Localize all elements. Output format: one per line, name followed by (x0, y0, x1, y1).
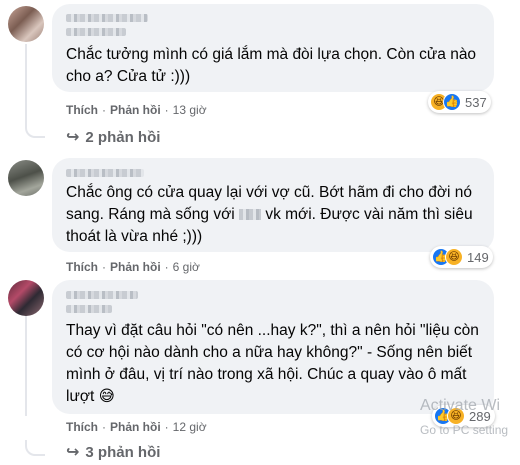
comment-text: Chắc ông có cửa quay lại với vợ cũ. Bớt … (66, 182, 482, 248)
activation-watermark-title: Activate Wi (420, 397, 501, 414)
comment-time[interactable]: 12 giờ (173, 420, 207, 434)
thread-elbow (25, 122, 45, 138)
thread-elbow (25, 440, 45, 456)
comment-time[interactable]: 6 giờ (173, 260, 200, 274)
comment-time[interactable]: 13 giờ (173, 103, 207, 117)
reply-link[interactable]: Phản hồi (110, 420, 161, 434)
like-icon: 👍 (443, 93, 461, 111)
view-replies-link[interactable]: ↪ 2 phản hồi (66, 128, 160, 148)
reaction-summary[interactable]: 😆 👍 537 (428, 91, 491, 113)
comment-actions: Thích · Phản hồi · 6 giờ (66, 260, 200, 274)
activation-watermark-subtitle: Go to PC setting (420, 423, 509, 437)
reply-link[interactable]: Phản hồi (110, 103, 161, 117)
thread-line (25, 44, 27, 128)
commenter-name-redacted (66, 28, 126, 36)
view-replies-link[interactable]: ↪ 3 phản hồi (66, 443, 160, 463)
reaction-summary[interactable]: 👍 😆 149 (430, 246, 493, 268)
reaction-count: 537 (465, 94, 487, 110)
avatar[interactable] (8, 6, 44, 42)
comment-text: Thay vì đặt câu hỏi "có nên ...hay k?", … (66, 322, 479, 405)
comment-bubble: Chắc ông có cửa quay lại với vợ cũ. Bớt … (52, 158, 494, 252)
commenter-name-redacted[interactable] (66, 169, 144, 177)
comment-actions: Thích · Phản hồi · 13 giờ (66, 103, 207, 117)
redacted-name (239, 209, 262, 221)
commenter-name-redacted (66, 305, 112, 313)
comment-bubble: Chắc tưởng mình có giá lắm mà đòi lựa ch… (52, 4, 494, 92)
avatar[interactable] (8, 160, 44, 196)
like-link[interactable]: Thích (66, 420, 98, 434)
reply-link[interactable]: Phản hồi (110, 260, 161, 274)
replies-count-label: 2 phản hồi (85, 129, 161, 146)
avatar[interactable] (8, 280, 44, 316)
reaction-count: 149 (467, 249, 489, 265)
comment-bubble: Thay vì đặt câu hỏi "có nên ...hay k?", … (52, 280, 494, 414)
commenter-name-redacted[interactable] (66, 291, 138, 299)
reply-arrow-icon: ↪ (66, 444, 80, 461)
commenter-name-redacted[interactable] (66, 14, 148, 22)
haha-icon: 😆 (445, 248, 463, 266)
replies-count-label: 3 phản hồi (85, 444, 161, 461)
like-link[interactable]: Thích (66, 260, 98, 274)
comment-actions: Thích · Phản hồi · 12 giờ (66, 420, 207, 434)
reply-arrow-icon: ↪ (66, 129, 80, 146)
like-link[interactable]: Thích (66, 103, 98, 117)
comment-text: Chắc tưởng mình có giá lắm mà đòi lựa ch… (66, 46, 477, 85)
thread-line (25, 314, 27, 416)
